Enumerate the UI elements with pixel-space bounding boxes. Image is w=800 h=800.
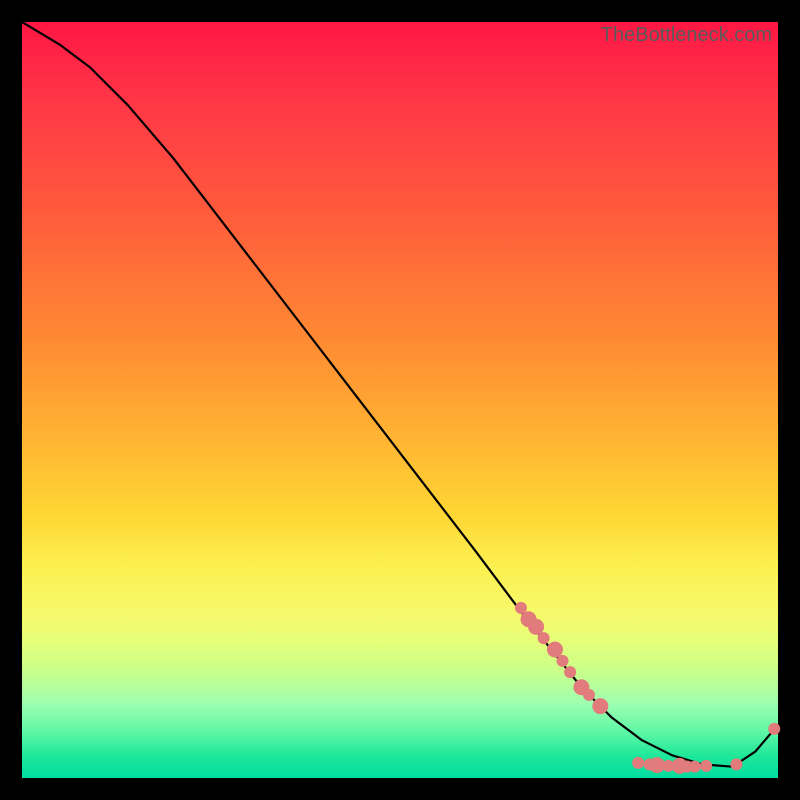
data-markers: [515, 602, 780, 774]
data-marker: [768, 723, 780, 735]
data-marker: [689, 761, 701, 773]
plot-area: TheBottleneck.com: [22, 22, 778, 778]
bottleneck-curve: [22, 22, 778, 767]
data-marker: [557, 655, 569, 667]
data-marker: [730, 758, 742, 770]
data-marker: [538, 632, 550, 644]
data-marker: [583, 689, 595, 701]
data-marker: [528, 619, 544, 635]
data-marker: [564, 666, 576, 678]
data-marker: [547, 641, 563, 657]
data-marker: [700, 760, 712, 772]
data-marker: [632, 757, 644, 769]
data-marker: [592, 698, 608, 714]
chart-overlay: [22, 22, 778, 778]
chart-stage: TheBottleneck.com: [0, 0, 800, 800]
